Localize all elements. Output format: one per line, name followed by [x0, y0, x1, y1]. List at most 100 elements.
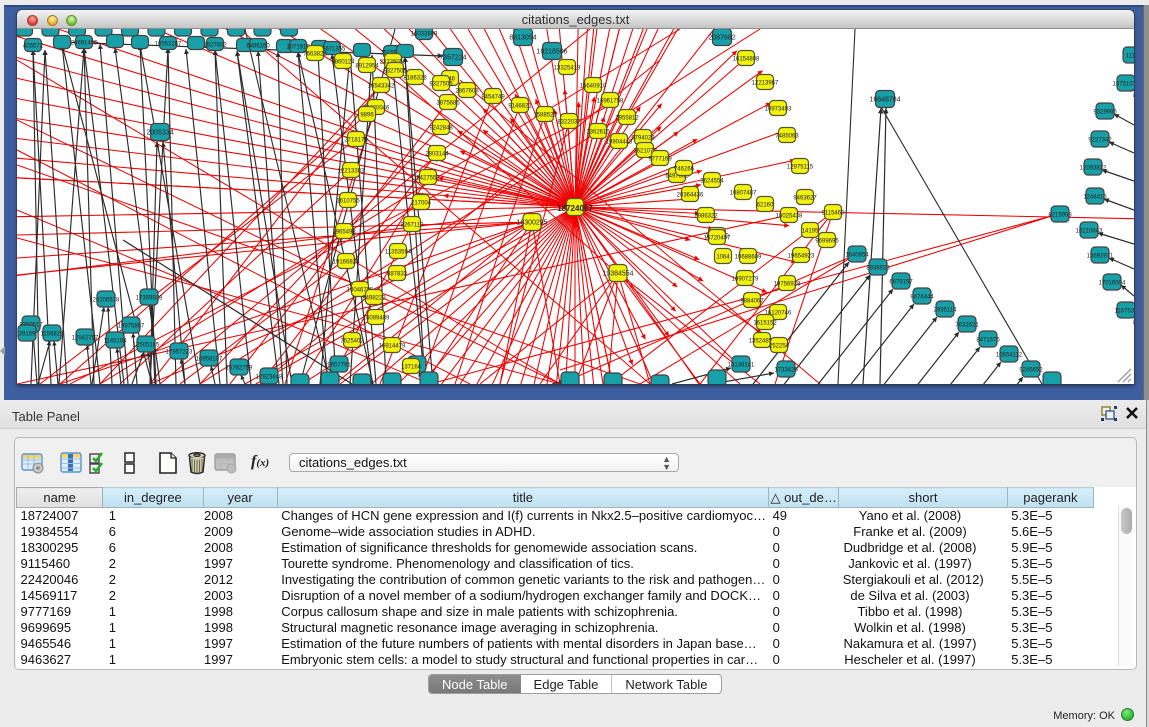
svg-text:3624554: 3624554 [700, 179, 724, 185]
svg-text:9146821: 9146821 [508, 104, 532, 110]
svg-text:7986322: 7986322 [694, 214, 718, 220]
svg-text:19166825: 19166825 [333, 260, 360, 266]
svg-text:252254: 252254 [769, 344, 790, 350]
svg-text:405572: 405572 [23, 44, 44, 50]
svg-text:6679197: 6679197 [889, 280, 913, 286]
svg-text:12213967: 12213967 [752, 81, 779, 87]
svg-text:2867608: 2867608 [455, 89, 479, 95]
svg-text:10553287: 10553287 [155, 42, 182, 48]
svg-text:9884067: 9884067 [740, 299, 764, 305]
svg-text:12975115: 12975115 [787, 165, 814, 171]
svg-text:7955812: 7955812 [615, 116, 639, 122]
svg-text:12093822: 12093822 [1080, 166, 1107, 172]
svg-text:887833: 887833 [387, 272, 408, 278]
svg-text:17016504: 17016504 [1099, 281, 1126, 287]
svg-text:12213382: 12213382 [338, 169, 365, 175]
svg-text:9115460: 9115460 [822, 211, 846, 217]
svg-text:14099489: 14099489 [363, 316, 390, 322]
svg-text:16210643: 16210643 [1076, 229, 1103, 235]
svg-text:16961758: 16961758 [597, 99, 624, 105]
svg-text:16782759: 16782759 [226, 366, 253, 372]
svg-text:1145194: 1145194 [104, 339, 128, 345]
svg-text:20691406: 20691406 [71, 41, 98, 47]
svg-text:6794028: 6794028 [631, 136, 655, 142]
svg-text:1527602: 1527602 [203, 43, 227, 49]
svg-text:9327505: 9327505 [383, 69, 407, 75]
svg-text:9327505: 9327505 [429, 82, 453, 88]
svg-text:1615152: 1615152 [753, 321, 777, 327]
svg-text:39159: 39159 [19, 332, 36, 338]
svg-text:10025438: 10025438 [776, 214, 803, 220]
svg-text:1244415: 1244415 [1083, 195, 1107, 201]
svg-text:19756928: 19756928 [774, 282, 801, 288]
svg-text:2803144: 2803144 [425, 152, 449, 158]
svg-text:12923448: 12923448 [256, 375, 283, 381]
svg-text:12942757: 12942757 [72, 336, 99, 342]
svg-text:2935114: 2935114 [934, 308, 958, 314]
svg-text:1733426: 1733426 [774, 368, 798, 374]
svg-text:8427552: 8427552 [416, 176, 440, 182]
svg-text:18300295: 18300295 [516, 220, 547, 227]
svg-text:17359928: 17359928 [136, 296, 163, 302]
svg-text:8912954: 8912954 [355, 64, 379, 70]
svg-text:1064: 1064 [716, 255, 730, 261]
svg-text:19904448: 19904448 [606, 140, 633, 146]
svg-text:7663822: 7663822 [303, 52, 327, 58]
svg-text:16033809: 16033809 [411, 32, 438, 38]
svg-text:15692971: 15692971 [1087, 254, 1114, 260]
svg-text:19218506: 19218506 [536, 49, 567, 56]
svg-text:14136141: 14136141 [728, 363, 755, 369]
svg-text:8938923: 8938923 [866, 266, 890, 272]
svg-text:137164: 137164 [401, 365, 422, 371]
svg-text:217004: 217004 [411, 201, 432, 207]
svg-text:1610755: 1610755 [336, 199, 360, 205]
svg-text:9657791: 9657791 [327, 363, 351, 369]
svg-text:11353594: 11353594 [385, 250, 412, 256]
svg-text:2087682: 2087682 [708, 35, 735, 42]
svg-text:20206578: 20206578 [93, 298, 120, 304]
svg-text:12505185: 12505185 [133, 343, 160, 349]
svg-text:1965498: 1965498 [332, 230, 356, 236]
svg-text:746266: 746266 [674, 167, 695, 173]
svg-text:19384554: 19384554 [602, 271, 633, 278]
svg-text:7625402: 7625402 [340, 339, 364, 345]
svg-text:2005334: 2005334 [146, 130, 173, 137]
svg-text:8813054: 8813054 [509, 35, 536, 42]
svg-text:7357224: 7357224 [439, 55, 466, 62]
svg-text:18907279: 18907279 [732, 277, 759, 283]
svg-text:7485063: 7485063 [775, 134, 799, 140]
svg-text:1112: 1112 [1126, 54, 1134, 60]
svg-text:15751074: 15751074 [1113, 82, 1134, 88]
svg-text:1362615: 1362615 [586, 130, 610, 136]
svg-text:8471676: 8471676 [976, 338, 1000, 344]
svg-text:15720407: 15720407 [704, 236, 731, 242]
svg-text:9242848: 9242848 [429, 126, 453, 132]
svg-text:20364436: 20364436 [677, 193, 704, 199]
svg-text:16648784: 16648784 [869, 97, 900, 104]
svg-text:62160: 62160 [757, 203, 774, 209]
svg-text:3875685: 3875685 [436, 101, 460, 107]
svg-text:8454749: 8454749 [481, 95, 505, 101]
svg-text:9227342: 9227342 [1088, 138, 1112, 144]
svg-text:9699695: 9699695 [815, 239, 839, 245]
svg-text:9498222: 9498222 [362, 296, 386, 302]
svg-text:1640954: 1640954 [845, 253, 869, 259]
svg-text:8215958: 8215958 [1048, 213, 1072, 219]
svg-text:10807487: 10807487 [730, 191, 757, 197]
svg-text:9474444: 9474444 [910, 295, 934, 301]
svg-text:8267110: 8267110 [401, 223, 425, 229]
svg-text:17957223: 17957223 [166, 350, 193, 356]
svg-text:10654112: 10654112 [996, 353, 1023, 359]
svg-text:9245652: 9245652 [1019, 368, 1043, 374]
svg-text:1156829: 1156829 [41, 332, 65, 338]
svg-text:16914479: 16914479 [379, 344, 406, 350]
svg-text:13325419: 13325419 [554, 66, 581, 72]
svg-text:16154808: 16154808 [733, 57, 760, 63]
svg-text:9860124: 9860124 [331, 60, 355, 66]
svg-text:2718170: 2718170 [344, 138, 368, 144]
svg-text:10688609: 10688609 [735, 255, 762, 261]
svg-text:1167533: 1167533 [1115, 309, 1134, 315]
svg-text:8186328: 8186328 [403, 76, 427, 82]
svg-text:16543342: 16543342 [368, 84, 395, 90]
svg-text:9896: 9896 [360, 113, 374, 119]
